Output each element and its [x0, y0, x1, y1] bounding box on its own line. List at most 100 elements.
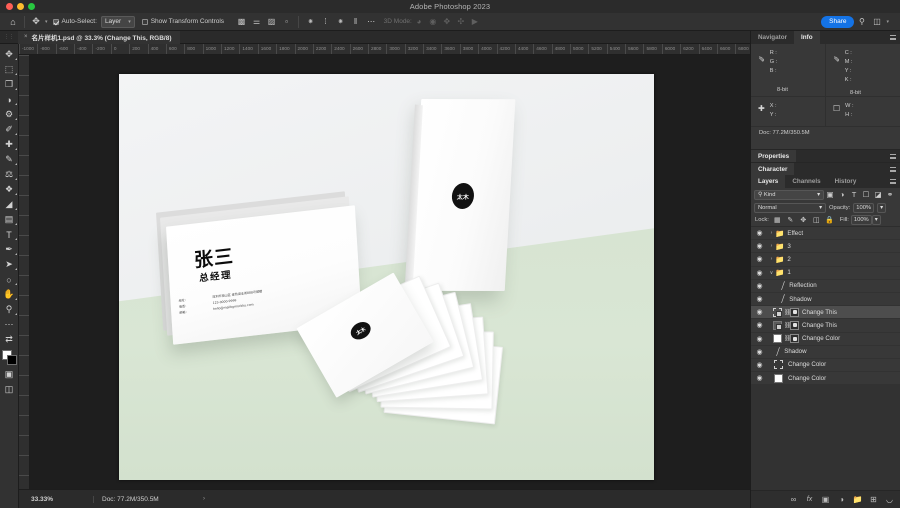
layer-row[interactable]: ◉ ⛓ Change This	[751, 319, 900, 333]
shape-layers-filter-icon[interactable]: ☐	[860, 190, 872, 199]
layer-mask-thumbnail[interactable]	[790, 307, 799, 317]
clone-stamp-tool[interactable]: ⚖	[0, 167, 19, 182]
align-top-edges-icon[interactable]: ▫	[279, 17, 294, 26]
tab-layers[interactable]: Layers	[751, 175, 786, 188]
pan-3d-icon[interactable]: ✥	[440, 17, 454, 26]
tool-preset-caret-icon[interactable]: ▾	[45, 19, 48, 25]
new-group-icon[interactable]: 📁	[850, 495, 865, 504]
panel-grip-icon[interactable]: ⋮⋮	[0, 34, 18, 40]
layer-visibility-eye-icon[interactable]: ◉	[751, 348, 768, 356]
smart-object-thumbnail[interactable]	[773, 320, 782, 330]
tab-history[interactable]: History	[828, 175, 864, 188]
tab-character[interactable]: Character	[751, 162, 795, 176]
adjustment-layers-filter-icon[interactable]: ◑	[836, 190, 848, 199]
layer-visibility-eye-icon[interactable]: ◉	[751, 335, 768, 343]
blend-mode-dropdown[interactable]: Normal ▾	[754, 202, 826, 213]
lock-all-icon[interactable]: 🔒	[823, 216, 836, 224]
pen-tool[interactable]: ✒	[0, 242, 19, 257]
roll-3d-icon[interactable]: ◉	[426, 17, 440, 26]
home-icon[interactable]: ⌂	[6, 17, 20, 27]
solid-color-thumbnail[interactable]	[774, 373, 783, 383]
show-transform-controls-checkbox[interactable]: Show Transform Controls	[141, 13, 224, 31]
layer-row[interactable]: ◉ › 📁 2	[751, 253, 900, 267]
new-fill-adjustment-icon[interactable]: ◑	[834, 495, 849, 504]
type-layers-filter-icon[interactable]: T	[848, 190, 860, 199]
chevron-right-icon[interactable]: ›	[768, 230, 775, 236]
tab-channels[interactable]: Channels	[785, 175, 827, 188]
align-horizontal-centers-icon[interactable]: ⚌	[249, 17, 264, 26]
layer-row[interactable]: ◉ Change Color	[751, 372, 900, 386]
tab-info[interactable]: Info	[794, 31, 820, 44]
layer-row[interactable]: ◉ › 📁 3	[751, 240, 900, 254]
auto-select-checkbox[interactable]: Auto-Select:	[52, 13, 97, 31]
mask-link-icon[interactable]: ⛓	[784, 322, 792, 329]
mask-link-icon[interactable]: ⛓	[784, 309, 792, 316]
layer-row[interactable]: ◉ ╱ Reflection	[751, 280, 900, 293]
eraser-tool[interactable]: ◢	[0, 197, 19, 212]
spot-healing-tool[interactable]: ✚	[0, 137, 19, 152]
ellipsis-icon[interactable]: ⋯	[363, 17, 380, 26]
lock-image-pixels-icon[interactable]: ✎	[784, 216, 797, 224]
layers-list[interactable]: ◉ › 📁 Effect ◉ › 📁 3 ◉ › 📁 2 ◉ ∨ 📁 1 ◉ ╱ Reflection ◉ ╱ Shado…	[751, 227, 900, 386]
chevron-right-icon[interactable]: ›	[768, 243, 775, 249]
layer-visibility-eye-icon[interactable]: ◉	[751, 308, 768, 316]
layer-mask-thumbnail[interactable]	[790, 320, 799, 330]
pixel-layers-filter-icon[interactable]: ▣	[824, 190, 836, 199]
background-color-swatch[interactable]	[6, 355, 17, 365]
layer-row[interactable]: ◉ ╱ Shadow	[751, 346, 900, 359]
shape-tool[interactable]: ○	[0, 272, 19, 287]
opacity-input[interactable]: 100%	[853, 202, 875, 213]
show-transform-checkbox-box[interactable]	[141, 18, 148, 25]
panel-menu-icon[interactable]	[890, 167, 896, 172]
lock-transparent-pixels-icon[interactable]: ▦	[771, 216, 784, 224]
gradient-tool[interactable]: ▤	[0, 212, 19, 227]
chevron-right-icon[interactable]: ›	[768, 256, 775, 262]
tab-properties[interactable]: Properties	[751, 149, 797, 163]
solid-color-thumbnail[interactable]	[773, 334, 782, 344]
artboard[interactable]: 太木 张三 总经理 地址： 电话： 邮箱： 深圳市南山区 金色商业街888号裙楼 12…	[119, 74, 654, 480]
opacity-stepper-caret[interactable]: ▾	[877, 202, 887, 213]
zoom-level[interactable]: 33.33%	[31, 496, 93, 503]
layer-row[interactable]: ◉ ⛓ Change This	[751, 306, 900, 320]
quick-mask-icon[interactable]: ▣	[0, 367, 19, 382]
tab-navigator[interactable]: Navigator	[751, 31, 794, 44]
fill-stepper-caret[interactable]: ▾	[871, 215, 881, 225]
standing-business-card[interactable]: 太木	[410, 98, 516, 292]
hand-tool[interactable]: ✋	[0, 287, 19, 302]
align-left-edges-icon[interactable]: ▩	[234, 17, 249, 26]
smart-object-thumbnail[interactable]	[773, 307, 782, 317]
search-icon[interactable]: ⚲	[854, 17, 869, 26]
edit-toolbar-icon[interactable]: ⋯	[0, 317, 19, 332]
auto-select-scope-dropdown[interactable]: Layer ▾	[100, 15, 135, 28]
layer-visibility-eye-icon[interactable]: ◉	[751, 269, 768, 277]
fanned-card-stack[interactable]: 太木	[296, 272, 544, 449]
layer-visibility-eye-icon[interactable]: ◉	[751, 374, 768, 382]
layer-mask-thumbnail[interactable]	[790, 334, 799, 344]
lock-artboard-nesting-icon[interactable]: ◫	[810, 216, 823, 224]
type-tool[interactable]: T	[0, 227, 19, 242]
marquee-tool[interactable]: ⬚	[0, 62, 19, 77]
layer-visibility-eye-icon[interactable]: ◉	[751, 361, 768, 369]
frame-thumbnail[interactable]	[774, 360, 783, 370]
layer-row[interactable]: ◉ ⛓ Change Color	[751, 333, 900, 346]
delete-layer-icon[interactable]: ◡	[882, 495, 897, 504]
lock-position-icon[interactable]: ✥	[797, 216, 810, 224]
move-tool-icon[interactable]: ✥	[29, 16, 43, 27]
share-button[interactable]: Share	[821, 15, 855, 28]
add-layer-style-icon[interactable]: fx	[802, 496, 817, 503]
chevron-down-icon[interactable]: ∨	[768, 270, 775, 276]
workspace-switcher-icon[interactable]: ◫	[869, 17, 884, 26]
panel-menu-icon[interactable]	[890, 179, 896, 184]
layer-row[interactable]: ◉ ∨ 📁 1	[751, 267, 900, 280]
history-brush-tool[interactable]: ❖	[0, 182, 19, 197]
new-layer-icon[interactable]: ⊞	[866, 495, 881, 504]
path-selection-tool[interactable]: ➤	[0, 257, 19, 272]
eyedropper-tool[interactable]: ✐	[0, 122, 19, 137]
color-swatches[interactable]	[0, 349, 19, 367]
slide-3d-icon[interactable]: ✣	[454, 17, 468, 26]
layer-kind-dropdown[interactable]: ⚲ Kind ▾	[754, 189, 824, 200]
mask-link-icon[interactable]: ⛓	[784, 335, 792, 342]
link-layers-icon[interactable]: ∞	[786, 495, 801, 504]
add-layer-mask-icon[interactable]: ▣	[818, 495, 833, 504]
lasso-tool[interactable]: ❒	[0, 77, 19, 92]
